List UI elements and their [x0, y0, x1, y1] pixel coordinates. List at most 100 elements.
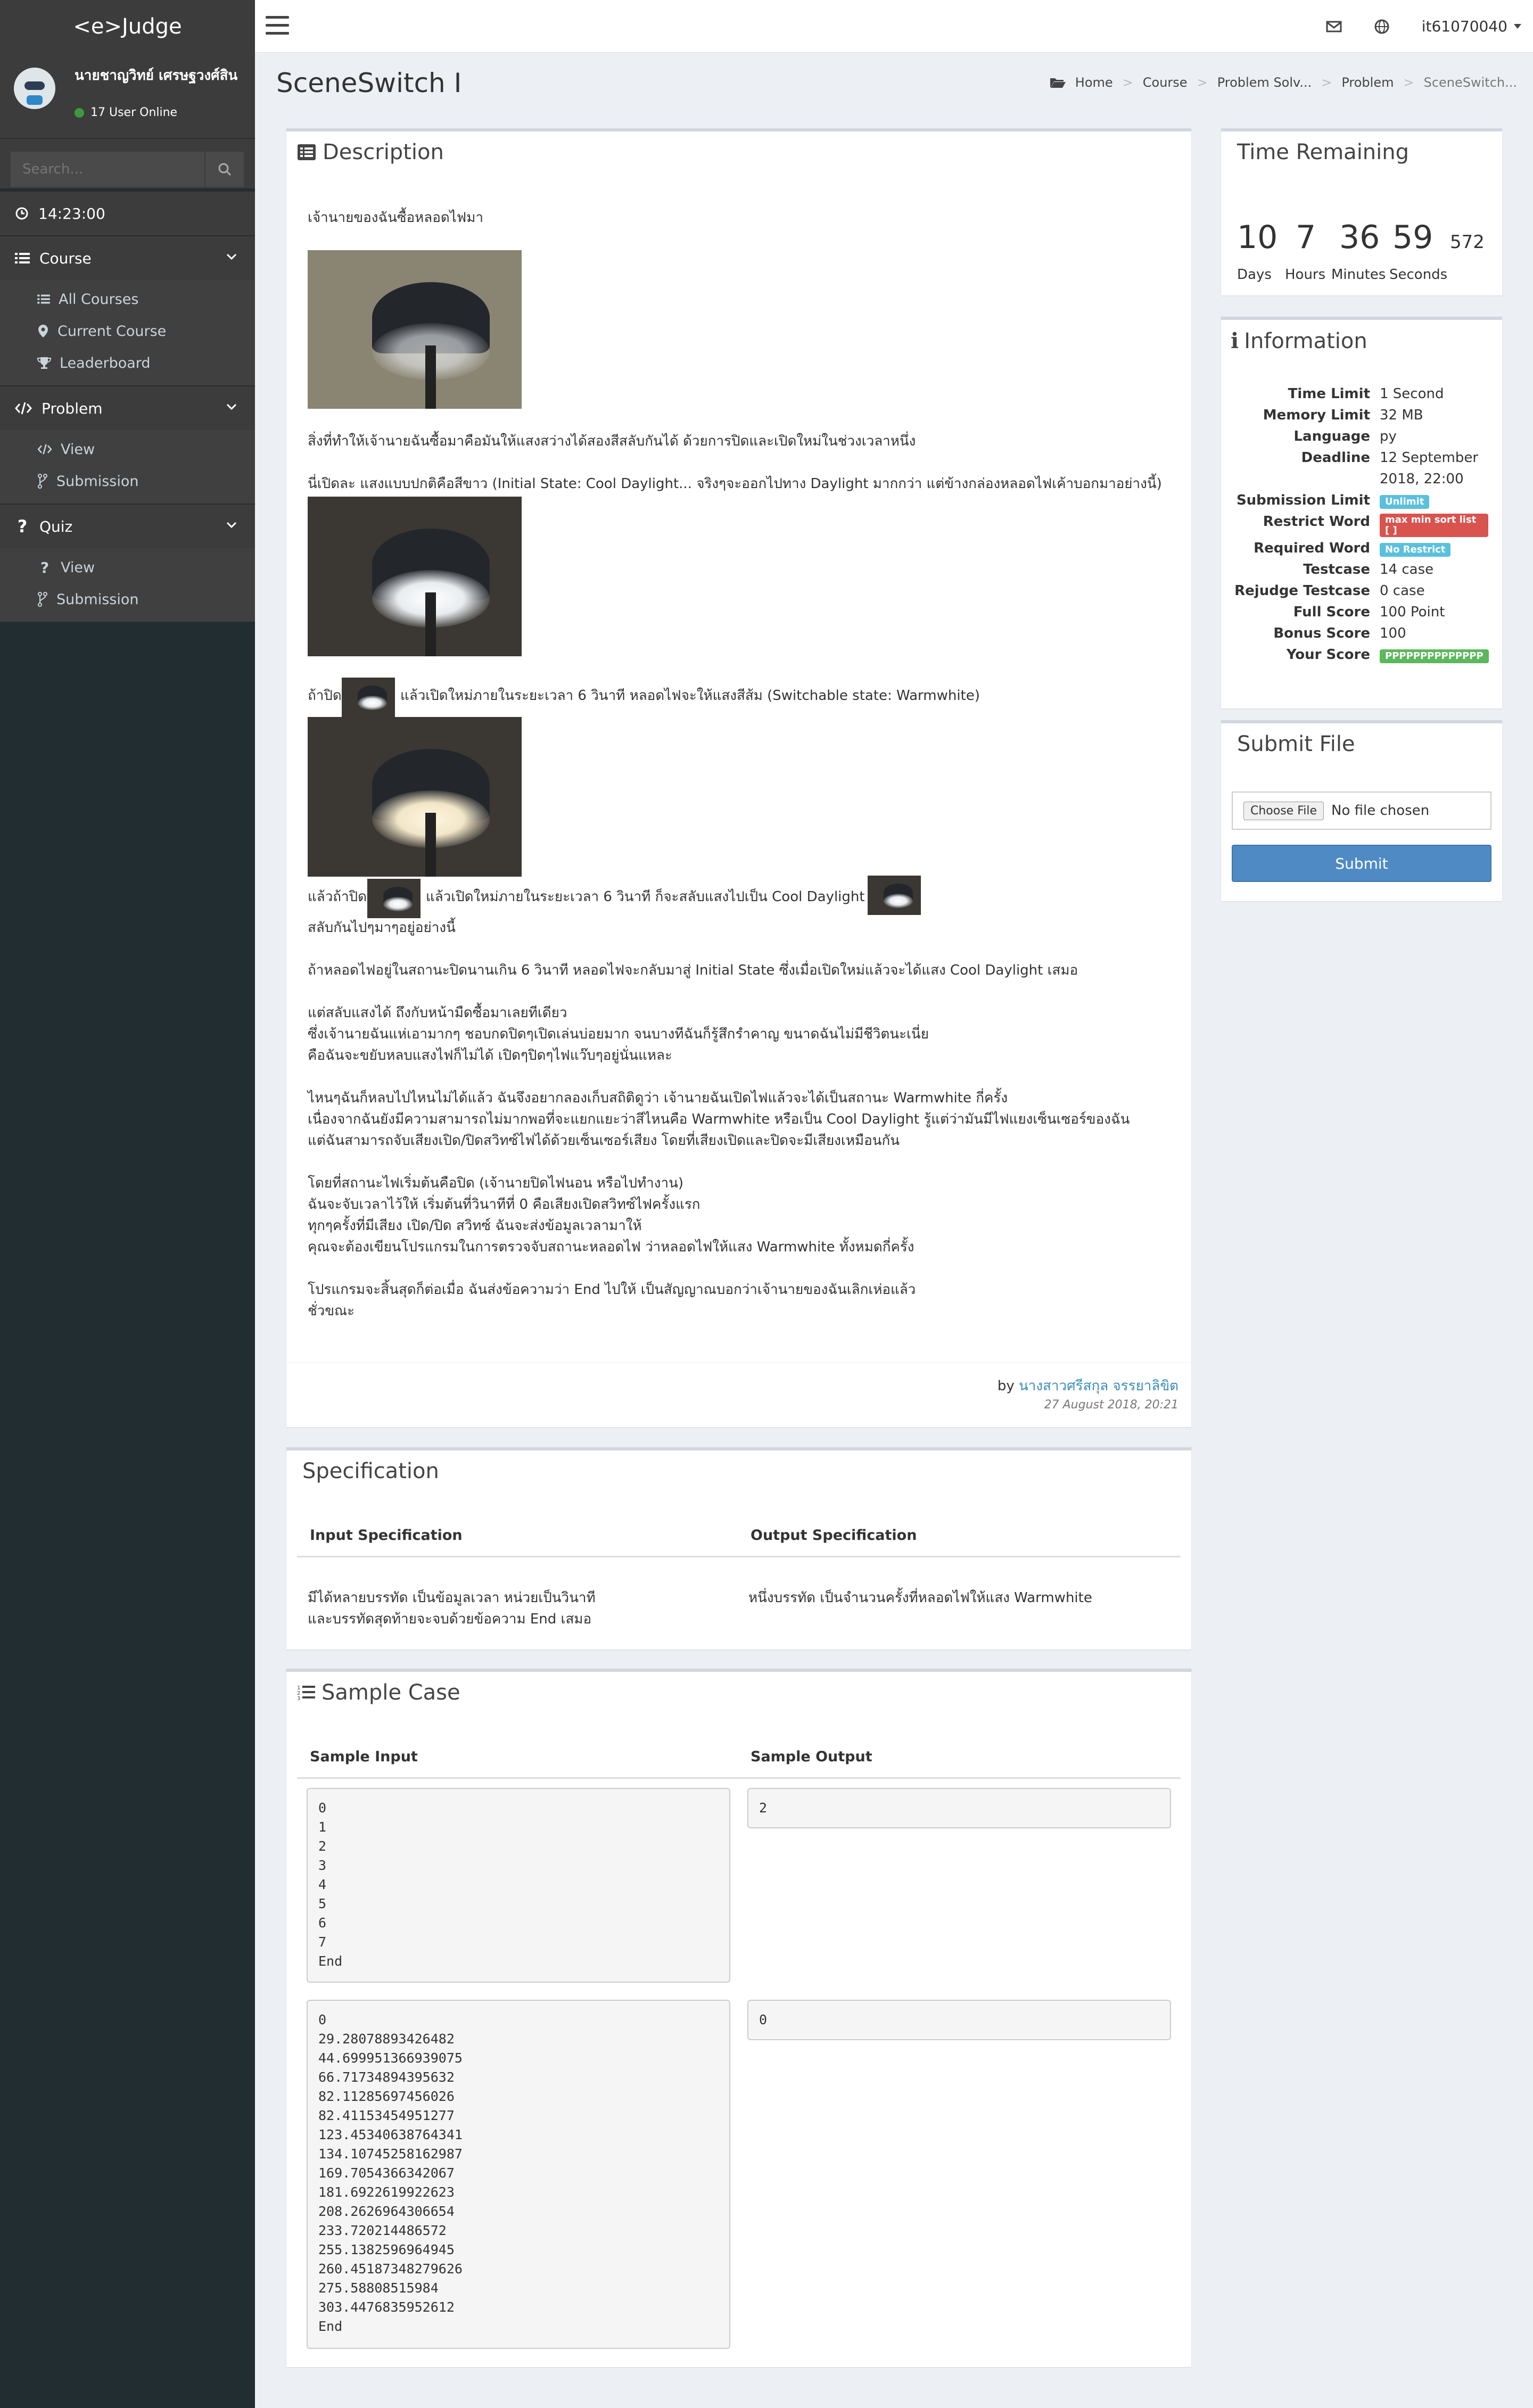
author-link[interactable]: นางสาวศรีสกุล จรรยาลิขิต [1019, 1378, 1178, 1394]
sidebar-item-quiz-submission[interactable]: Submission [0, 583, 255, 615]
list-ol-icon: 123 [297, 1685, 315, 1701]
info-value: 100 Point [1380, 604, 1445, 620]
info-value: 100 [1380, 625, 1406, 641]
sidebar-section-quiz[interactable]: ? Quiz [0, 504, 255, 548]
top-navbar: it61070040 [255, 0, 1533, 53]
breadcrumb-current: SceneSwitch... [1423, 75, 1517, 90]
sample-case-title: 123 Sample Case [297, 1680, 460, 1705]
sidebar-section-problem[interactable]: Problem [0, 385, 255, 430]
avatar [14, 68, 55, 109]
time-remaining-title: Time Remaining [1237, 140, 1410, 164]
breadcrumb-course[interactable]: Course [1143, 75, 1188, 90]
spec-divider [297, 1556, 1181, 1557]
info-value: 1 Second [1380, 386, 1444, 402]
info-key: Your Score [1286, 647, 1370, 663]
description-line: โปรแกรมจะสิ้นสุดก็ต่อเมื่อ ฉันส่งข้อความ… [308, 1282, 916, 1298]
trophy-icon [37, 357, 51, 369]
specification-title: Specification [302, 1459, 439, 1483]
list-icon [37, 294, 50, 304]
sidebar-item-label: View [61, 441, 95, 458]
sample-output-1[interactable]: 2 [747, 1788, 1171, 1828]
list-alt-icon [298, 144, 316, 160]
user-menu[interactable]: it61070040 [1422, 18, 1521, 35]
sidebar-item-label: Submission [56, 473, 139, 490]
app-logo[interactable]: <e>Judge [0, 0, 255, 53]
sidebar-item-problem-view[interactable]: View [0, 433, 255, 465]
submit-file-box: Submit File Choose File No file chosen S… [1221, 720, 1502, 901]
description-box: Description เจ้านายของฉันซื้อหลอดไฟมา สิ… [286, 128, 1191, 1427]
description-line: แล้วถ้าปิด [308, 889, 367, 905]
globe-icon[interactable] [1374, 19, 1390, 35]
sample-output-2[interactable]: 0 [747, 2000, 1171, 2040]
sidebar-item-problem-submission[interactable]: Submission [0, 465, 255, 497]
user-account: it61070040 [1421, 18, 1507, 35]
sidebar-item-label: Leaderboard [60, 354, 151, 372]
info-value: 0 case [1380, 583, 1425, 599]
question-icon: ? [40, 558, 50, 576]
breadcrumb-problem-solving[interactable]: Problem Solv... [1217, 75, 1312, 90]
lamp-thumbnail [367, 879, 421, 918]
sidebar-item-quiz-view[interactable]: ? View [0, 551, 255, 583]
sidebar-problem-items: View Submission [0, 430, 255, 504]
sidebar-item-current-course[interactable]: Current Course [0, 315, 255, 347]
info-value: Unlimit [1380, 492, 1430, 509]
folder-open-icon [1050, 78, 1066, 88]
search-icon [218, 163, 232, 176]
code-fork-icon [38, 592, 47, 607]
description-line: ถ้าปิด [308, 688, 342, 704]
sidebar-item-all-courses[interactable]: All Courses [0, 283, 255, 315]
chevron-down-icon [226, 403, 237, 410]
sidebar-section-course[interactable]: Course [0, 235, 255, 280]
countdown-minutes: 36 [1339, 219, 1380, 256]
description-line: คุณจะต้องเขียนโปรแกรมในการตรวจจับสถานะหล… [308, 1239, 914, 1255]
description-line: เนื่องจากฉันยังมีความสามารถไม่มากพอที่จะ… [308, 1111, 1130, 1127]
sidebar-quiz-items: ? View Submission [0, 548, 255, 622]
sidebar-item-label: Submission [56, 591, 139, 608]
lamp-thumbnail [868, 876, 921, 915]
info-value: 12 September [1380, 450, 1479, 466]
breadcrumb-problem[interactable]: Problem [1341, 75, 1394, 90]
info-value: 14 case [1380, 562, 1434, 578]
envelope-icon[interactable] [1326, 20, 1342, 33]
sidebar-search [0, 138, 255, 188]
clock-time: 14:23:00 [38, 204, 105, 222]
countdown-hours: 7 [1296, 219, 1316, 256]
countdown-label-hours: Hours [1285, 267, 1326, 283]
user-panel: นายชาญวิทย์ เศรษฐวงศ์สิน 17 User Online [0, 53, 255, 138]
info-key: Required Word [1254, 540, 1370, 556]
info-value: No Restrict [1380, 540, 1451, 557]
info-key: Deadline [1301, 450, 1370, 466]
choose-file-button[interactable]: Choose File [1243, 801, 1324, 820]
description-line: เจ้านายของฉันซื้อหลอดไฟมา [308, 210, 483, 226]
info-key: Restrict Word [1263, 514, 1370, 530]
description-line: โดยที่สถานะไฟเริ่มต้นคือปิด (เจ้านายปิดไ… [308, 1175, 683, 1191]
description-title: Description [297, 140, 444, 164]
sample-case-box: 123 Sample Case Sample Input Sample Outp… [286, 1669, 1191, 2367]
output-spec-header: Output Specification [751, 1527, 917, 1544]
search-button[interactable] [205, 152, 244, 187]
by-label: by [997, 1378, 1015, 1394]
countdown-label-minutes: Minutes [1331, 267, 1386, 283]
caret-down-icon [1514, 23, 1521, 29]
search-input[interactable] [11, 152, 204, 187]
sidebar-section-course-label: Course [39, 249, 92, 267]
description-line: ไหนๆฉันก็หลบไปไหนไม่ได้แล้ว ฉันจึงอยากลอ… [308, 1090, 1008, 1106]
sample-input-1[interactable]: 0 1 2 3 4 5 6 7 End [307, 1788, 730, 1983]
info-value: max min sort list [ ] [1380, 514, 1488, 537]
restrict-word-badge: max min sort list [ ] [1380, 514, 1488, 537]
your-score-badge: PPPPPPPPPPPPPP [1380, 649, 1489, 663]
countdown-days: 10 [1237, 219, 1278, 256]
sample-output-header: Sample Output [751, 1749, 872, 1765]
breadcrumb-home[interactable]: Home [1075, 75, 1113, 90]
description-line: สิ่งที่ทำให้เจ้านายฉันซื้อมาคือมันให้แสง… [308, 433, 916, 449]
menu-toggle-icon[interactable] [266, 16, 289, 35]
chevron-down-icon [226, 253, 237, 260]
sidebar-item-label: Current Course [57, 323, 167, 340]
input-spec-header: Input Specification [310, 1527, 463, 1544]
file-input[interactable]: Choose File No file chosen [1232, 791, 1491, 830]
sidebar-item-leaderboard[interactable]: Leaderboard [0, 347, 255, 379]
description-line: สลับกันไปๆมาๆอยู่อย่างนี้ [308, 920, 456, 936]
sample-input-2[interactable]: 0 29.28078893426482 44.699951366939075 6… [307, 2000, 730, 2349]
submit-button[interactable]: Submit [1232, 845, 1491, 882]
code-icon [37, 444, 52, 455]
